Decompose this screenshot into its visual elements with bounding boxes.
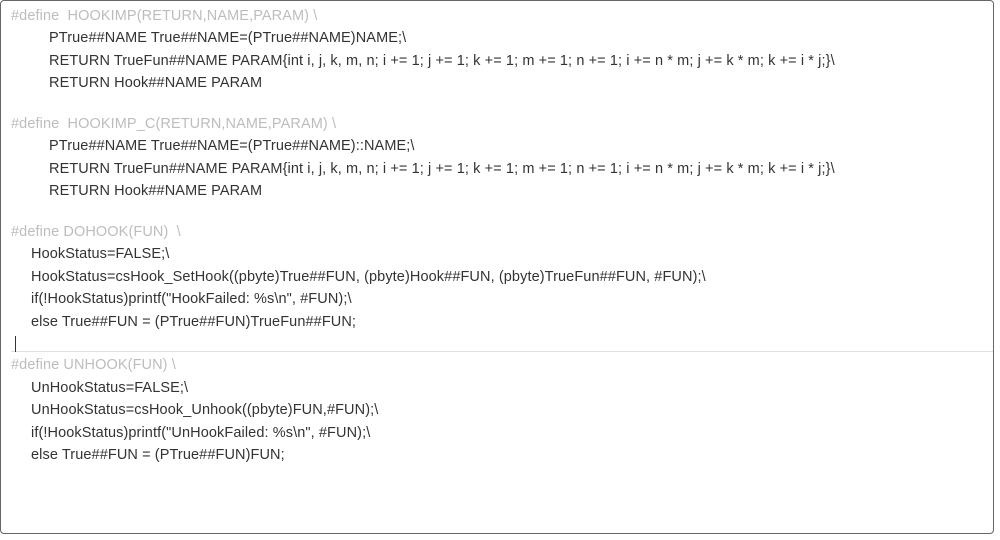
code-line: else True##FUN = (PTrue##FUN)TrueFun##FU… xyxy=(11,311,993,333)
code-line: if(!HookStatus)printf("HookFailed: %s\n"… xyxy=(11,288,993,310)
block-dohook: #define DOHOOK(FUN) \ HookStatus=FALSE;\… xyxy=(11,221,993,333)
code-line: HookStatus=csHook_SetHook((pbyte)True##F… xyxy=(11,266,993,288)
code-line: if(!HookStatus)printf("UnHookFailed: %s\… xyxy=(11,422,993,444)
cursor-line[interactable] xyxy=(11,333,993,349)
directive-dohook: #define DOHOOK(FUN) \ xyxy=(11,221,993,243)
code-line: PTrue##NAME True##NAME=(PTrue##NAME)NAME… xyxy=(11,27,993,49)
code-line: RETURN TrueFun##NAME PARAM{int i, j, k, … xyxy=(11,50,993,72)
block-hookimp-c: #define HOOKIMP_C(RETURN,NAME,PARAM) \ P… xyxy=(11,113,993,203)
code-line: HookStatus=FALSE;\ xyxy=(11,243,993,265)
directive-unhook: #define UNHOOK(FUN) \ xyxy=(11,354,993,376)
code-line: PTrue##NAME True##NAME=(PTrue##NAME)::NA… xyxy=(11,135,993,157)
text-cursor-icon xyxy=(15,336,16,352)
code-line: RETURN TrueFun##NAME PARAM{int i, j, k, … xyxy=(11,158,993,180)
code-line: else True##FUN = (PTrue##FUN)FUN; xyxy=(11,444,993,466)
separator xyxy=(11,351,993,352)
directive-hookimp: #define HOOKIMP(RETURN,NAME,PARAM) \ xyxy=(11,5,993,27)
block-unhook: #define UNHOOK(FUN) \ UnHookStatus=FALSE… xyxy=(11,354,993,466)
code-line: UnHookStatus=FALSE;\ xyxy=(11,377,993,399)
code-line: UnHookStatus=csHook_Unhook((pbyte)FUN,#F… xyxy=(11,399,993,421)
code-line: RETURN Hook##NAME PARAM xyxy=(11,72,993,94)
directive-hookimp-c: #define HOOKIMP_C(RETURN,NAME,PARAM) \ xyxy=(11,113,993,135)
block-hookimp: #define HOOKIMP(RETURN,NAME,PARAM) \ PTr… xyxy=(11,5,993,95)
code-line: RETURN Hook##NAME PARAM xyxy=(11,180,993,202)
code-document: #define HOOKIMP(RETURN,NAME,PARAM) \ PTr… xyxy=(0,0,994,534)
